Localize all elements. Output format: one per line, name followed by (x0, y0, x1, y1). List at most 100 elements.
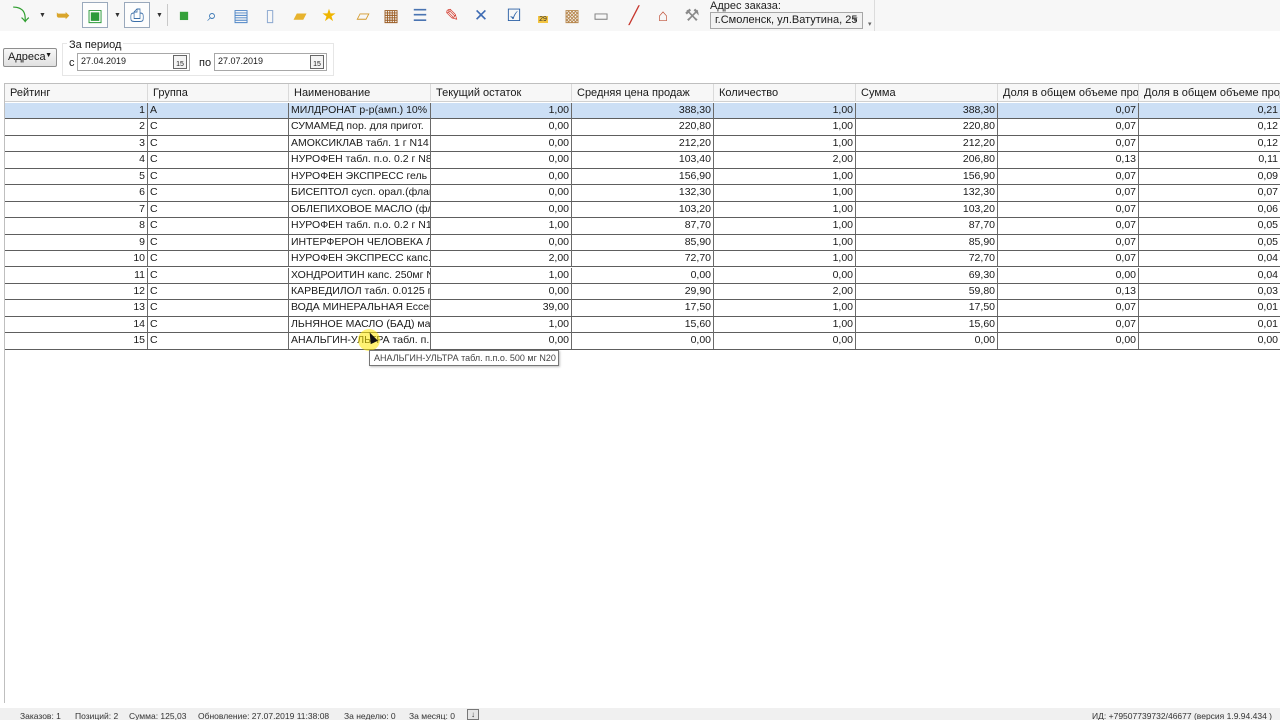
cell-group[interactable]: C (148, 267, 289, 284)
cell-name[interactable]: КАРВЕДИЛОЛ табл. 0.0125 г (289, 283, 431, 300)
cell-group[interactable]: C (148, 135, 289, 152)
cell-stock[interactable]: 0,00 (431, 135, 572, 152)
document-icon[interactable]: ▯ (257, 2, 283, 28)
cell-avg-price[interactable]: 388,30 (572, 103, 714, 119)
cell-share-qty[interactable]: 0,07 (998, 300, 1139, 317)
address-select[interactable]: г.Смоленск, ул.Ватутина, 25 ▼ (710, 12, 863, 29)
boxes-icon[interactable]: ▩ (559, 2, 585, 28)
cell-share-sum[interactable]: 0,12 (1139, 119, 1280, 135)
cell-rating[interactable]: 6 (5, 185, 148, 202)
cell-quantity[interactable]: 1,00 (714, 185, 856, 202)
cell-sum[interactable]: 59,80 (856, 283, 998, 300)
red-tag-icon[interactable]: ✎ (439, 2, 465, 28)
cell-avg-price[interactable]: 15,60 (572, 316, 714, 333)
rating-grid[interactable]: Рейтинг Группа Наименование Текущий остаток… (4, 83, 1280, 703)
cell-stock[interactable]: 0,00 (431, 333, 572, 350)
cell-share-qty[interactable]: 0,00 (998, 333, 1139, 350)
cell-name[interactable]: НУРОФЕН ЭКСПРЕСС капс. 2 (289, 251, 431, 268)
cell-rating[interactable]: 12 (5, 283, 148, 300)
column-header-sum[interactable]: Сумма (856, 84, 998, 102)
cell-avg-price[interactable]: 103,20 (572, 201, 714, 218)
magnify-icon[interactable]: ⌕ (199, 2, 225, 28)
cell-share-sum[interactable]: 0,04 (1139, 251, 1280, 267)
cell-share-qty[interactable]: 0,07 (998, 119, 1139, 136)
cell-avg-price[interactable]: 212,20 (572, 135, 714, 152)
cell-sum[interactable]: 72,70 (856, 251, 998, 268)
cell-avg-price[interactable]: 156,90 (572, 168, 714, 185)
cell-rating[interactable]: 14 (5, 316, 148, 333)
cell-share-sum[interactable]: 0,01 (1139, 317, 1280, 333)
cell-share-sum[interactable]: 0,07 (1139, 185, 1280, 201)
cell-sum[interactable]: 15,60 (856, 316, 998, 333)
calendar-icon[interactable]: 29 (530, 2, 556, 28)
cell-share-qty[interactable]: 0,07 (998, 103, 1139, 119)
red-pen-icon[interactable]: ╱ (621, 2, 647, 28)
checklist-icon[interactable]: ☑ (501, 2, 527, 28)
save-disk-icon[interactable]: ▣ (82, 2, 108, 28)
refresh-dropdown-arrow[interactable]: ▼ (38, 2, 47, 28)
cell-name[interactable]: СУМАМЕД пор. для пригот. (289, 119, 431, 136)
cell-stock[interactable]: 0,00 (431, 119, 572, 136)
open-folder-icon[interactable]: ➥ (50, 2, 76, 28)
cell-share-qty[interactable]: 0,00 (998, 267, 1139, 284)
cell-share-qty[interactable]: 0,07 (998, 234, 1139, 251)
print-preview-icon[interactable]: ⎙ (124, 2, 150, 28)
column-header-avg-price[interactable]: Средняя цена продаж (572, 84, 714, 102)
cell-group[interactable]: C (148, 234, 289, 251)
calendar-picker-icon[interactable]: 15 (173, 55, 187, 69)
cell-rating[interactable]: 7 (5, 201, 148, 218)
cell-rating[interactable]: 13 (5, 300, 148, 317)
cell-share-qty[interactable]: 0,07 (998, 168, 1139, 185)
cell-avg-price[interactable]: 0,00 (572, 333, 714, 350)
cell-quantity[interactable]: 2,00 (714, 152, 856, 169)
cell-group[interactable]: C (148, 251, 289, 268)
cell-quantity[interactable]: 0,00 (714, 267, 856, 284)
cell-name[interactable]: НУРОФЕН табл. п.о. 0.2 г N1 (289, 218, 431, 235)
column-header-rating[interactable]: Рейтинг (5, 84, 148, 102)
cell-group[interactable]: C (148, 152, 289, 169)
cell-name[interactable]: ИНТЕРФЕРОН ЧЕЛОВЕКА ЛЕ (289, 234, 431, 251)
cell-stock[interactable]: 2,00 (431, 251, 572, 268)
cell-share-sum[interactable]: 0,05 (1139, 218, 1280, 234)
cell-rating[interactable]: 11 (5, 267, 148, 284)
note-icon[interactable]: ▱ (350, 2, 376, 28)
cell-share-qty[interactable]: 0,07 (998, 201, 1139, 218)
cell-stock[interactable]: 0,00 (431, 152, 572, 169)
column-header-stock[interactable]: Текущий остаток (431, 84, 572, 102)
table-row[interactable]: 5 C НУРОФЕН ЭКСПРЕСС гель (т 0,00 156,90 1,00… (5, 168, 1280, 186)
cell-avg-price[interactable]: 87,70 (572, 218, 714, 235)
cell-quantity[interactable]: 1,00 (714, 119, 856, 136)
cell-name[interactable]: ВОДА МИНЕРАЛЬНАЯ Ессен (289, 300, 431, 317)
cell-quantity[interactable]: 1,00 (714, 103, 856, 119)
cell-rating[interactable]: 1 (5, 103, 148, 119)
cell-sum[interactable]: 0,00 (856, 333, 998, 350)
cell-name[interactable]: АМОКСИКЛАВ табл. 1 г N14 (289, 135, 431, 152)
save-dropdown-arrow[interactable]: ▼ (113, 2, 122, 28)
table-row[interactable]: 11 C ХОНДРОИТИН капс. 250мг N 1,00 0,00 0,00 6… (5, 267, 1280, 284)
cell-share-qty[interactable]: 0,13 (998, 152, 1139, 169)
cell-rating[interactable]: 15 (5, 333, 148, 350)
cell-share-sum[interactable]: 0,06 (1139, 202, 1280, 218)
cell-sum[interactable]: 156,90 (856, 168, 998, 185)
table-row[interactable]: 12 C КАРВЕДИЛОЛ табл. 0.0125 г 0,00 29,90 2,0… (5, 283, 1280, 301)
open-book-icon[interactable]: ▤ (228, 2, 254, 28)
cell-stock[interactable]: 0,00 (431, 168, 572, 185)
cell-avg-price[interactable]: 220,80 (572, 119, 714, 136)
cell-share-sum[interactable]: 0,05 (1139, 235, 1280, 251)
cell-sum[interactable]: 103,20 (856, 201, 998, 218)
table-row[interactable]: 1 A МИЛДРОНАТ р-р(амп.) 10% 1,00 388,30 1,00 3… (5, 103, 1280, 120)
cell-quantity[interactable]: 1,00 (714, 300, 856, 317)
cell-name[interactable]: НУРОФЕН табл. п.о. 0.2 г N8 (289, 152, 431, 169)
cell-name[interactable]: НУРОФЕН ЭКСПРЕСС гель (т (289, 168, 431, 185)
cell-sum[interactable]: 206,80 (856, 152, 998, 169)
star-icon[interactable]: ★ (316, 2, 342, 28)
cell-share-sum[interactable]: 0,04 (1139, 268, 1280, 284)
cell-rating[interactable]: 2 (5, 119, 148, 136)
cell-share-qty[interactable]: 0,07 (998, 185, 1139, 202)
cell-quantity[interactable]: 1,00 (714, 168, 856, 185)
cell-group[interactable]: C (148, 333, 289, 350)
cell-rating[interactable]: 5 (5, 168, 148, 185)
cell-name[interactable]: БИСЕПТОЛ сусп. орал.(флак (289, 185, 431, 202)
cell-group[interactable]: A (148, 103, 289, 119)
cell-stock[interactable]: 0,00 (431, 185, 572, 202)
